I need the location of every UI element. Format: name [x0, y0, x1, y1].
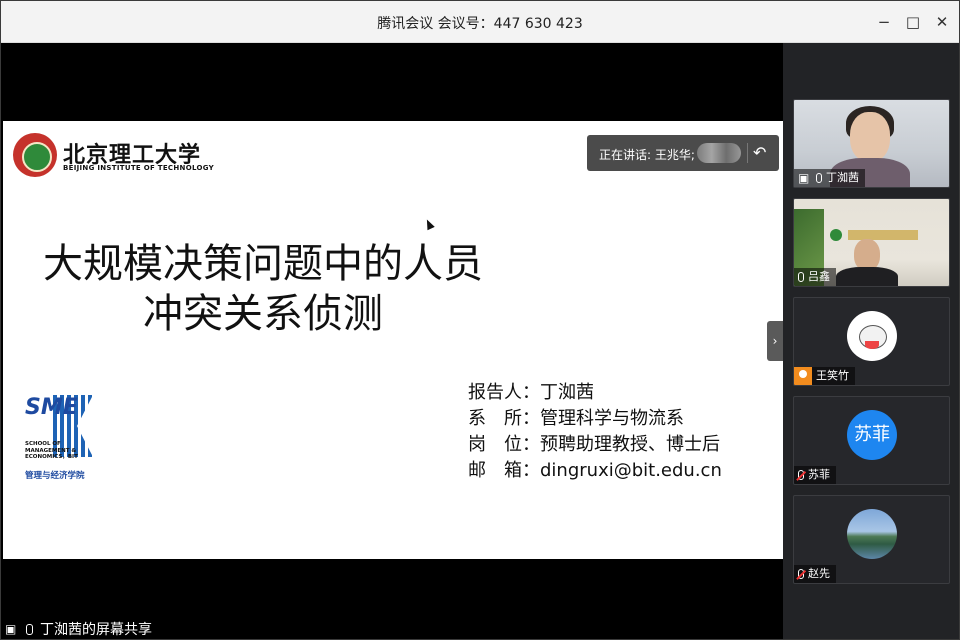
slide-title-line1: 大规模决策问题中的人员: [43, 241, 483, 287]
participant-panel: ▣ 丁洳茜 吕鑫 王笑竹 苏菲 苏菲 赵先: [783, 43, 959, 639]
share-footer: ▣ 丁洳茜的屏幕共享: [3, 619, 152, 639]
maximize-button[interactable]: □: [902, 11, 924, 33]
blurred-avatars: [697, 143, 741, 163]
info-value: dingruxi@bit.edu.cn: [540, 460, 722, 481]
participant-name-bar: ▣ 丁洳茜: [794, 169, 865, 187]
info-row: 岗 位：预聘助理教授、博士后: [468, 433, 720, 457]
info-label: 报告人：: [468, 382, 540, 403]
info-value: 管理科学与物流系: [540, 408, 684, 429]
screen-share-icon: ▣: [5, 622, 17, 636]
speaking-label: 正在讲话: 王兆华;: [599, 148, 695, 162]
participant-tile[interactable]: 赵先: [793, 495, 950, 584]
participant-name: 赵先: [808, 567, 830, 580]
participant-name-bar: 王笑竹: [794, 367, 855, 385]
school-logo: SME SCHOOL OF MANAGEMENT & ECONOMICS，BIT…: [25, 391, 95, 481]
mic-icon: [816, 173, 822, 183]
participant-tile[interactable]: 吕鑫: [793, 198, 950, 287]
divider: [747, 143, 748, 163]
video-face: [850, 112, 890, 162]
participant-name: 吕鑫: [808, 270, 830, 283]
window-title: 腾讯会议 会议号：447 630 423: [377, 16, 583, 32]
participant-tile[interactable]: ▣ 丁洳茜: [793, 99, 950, 188]
info-row: 系 所：管理科学与物流系: [468, 407, 684, 431]
participant-name: 王笑竹: [816, 369, 849, 382]
mic-muted-icon: [798, 569, 804, 579]
lake-avatar-icon: [847, 509, 897, 559]
mic-muted-icon: [798, 470, 804, 480]
mouse-cursor-icon: [423, 217, 435, 231]
info-value: 预聘助理教授、博士后: [540, 434, 720, 455]
text-avatar: 苏菲: [847, 410, 897, 460]
share-owner-label: 丁洳茜的屏幕共享: [40, 622, 152, 638]
return-icon[interactable]: ↶: [753, 143, 766, 162]
close-button[interactable]: ✕: [931, 11, 953, 33]
video-wall-text: [848, 230, 918, 240]
info-label: 系 所：: [468, 408, 540, 429]
participant-name-bar: 赵先: [794, 565, 836, 583]
info-label: 邮 箱：: [468, 460, 540, 481]
school-logo-letters: SME: [25, 395, 78, 420]
video-wall-logo: [830, 229, 842, 241]
presentation-slide: 北京理工大学 BEIJING INSTITUTE OF TECHNOLOGY 大…: [3, 121, 783, 559]
screen-share-icon: ▣: [798, 171, 810, 185]
minimize-button[interactable]: −: [873, 11, 895, 33]
info-row: 报告人：丁洳茜: [468, 381, 594, 405]
collapse-panel-button[interactable]: ›: [767, 321, 783, 361]
mic-icon: [798, 272, 804, 282]
university-name-en: BEIJING INSTITUTE OF TECHNOLOGY: [63, 164, 214, 172]
info-label: 岗 位：: [468, 434, 540, 455]
school-logo-subtitle: SCHOOL OF MANAGEMENT & ECONOMICS，BIT: [25, 441, 78, 460]
participant-tile[interactable]: 苏菲 苏菲: [793, 396, 950, 485]
info-value: 丁洳茜: [540, 382, 594, 403]
user-badge-icon: [794, 367, 812, 385]
screen-share-area: 北京理工大学 BEIJING INSTITUTE OF TECHNOLOGY 大…: [3, 43, 783, 639]
participant-name-bar: 苏菲: [794, 466, 836, 484]
meeting-window: 腾讯会议 会议号：447 630 423 − □ ✕ 北京理工大学 BEIJIN…: [0, 0, 960, 640]
speaking-indicator: 正在讲话: 王兆华; ↶: [587, 135, 779, 171]
mic-icon: [26, 623, 33, 635]
university-seal-icon: [13, 133, 57, 177]
participant-name: 苏菲: [808, 468, 830, 481]
slide-title-line2: 冲突关系侦测: [143, 291, 383, 337]
school-logo-cn: 管理与经济学院: [25, 471, 85, 481]
video-body: [836, 267, 898, 286]
info-row: 邮 箱：dingruxi@bit.edu.cn: [468, 459, 722, 483]
title-bar: 腾讯会议 会议号：447 630 423 − □ ✕: [1, 1, 959, 43]
participant-tile[interactable]: 王笑竹: [793, 297, 950, 386]
cat-avatar-icon: [847, 311, 897, 361]
participant-name: 丁洳茜: [826, 171, 859, 184]
participant-name-bar: 吕鑫: [794, 268, 836, 286]
